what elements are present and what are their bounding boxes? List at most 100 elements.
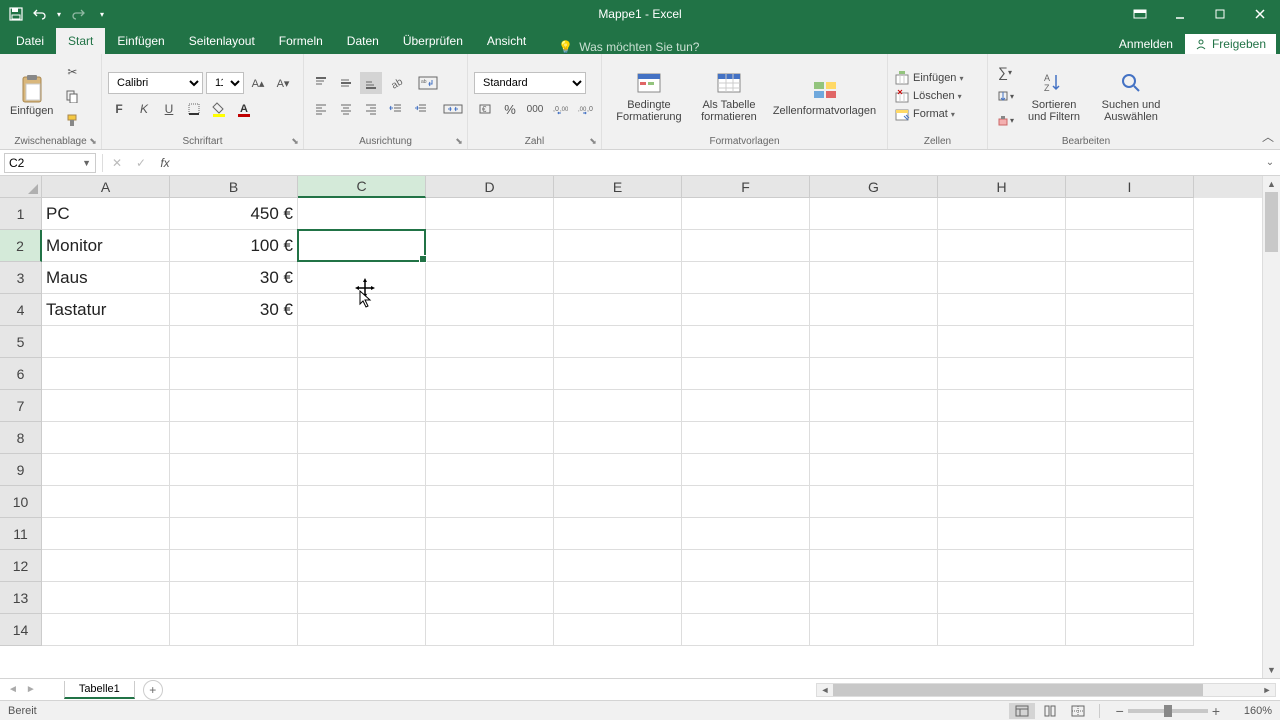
row-header[interactable]: 4 [0, 294, 42, 326]
add-sheet-icon[interactable]: + [143, 680, 163, 700]
scroll-down-icon[interactable]: ▼ [1263, 662, 1280, 678]
cell[interactable] [426, 518, 554, 550]
column-header[interactable]: G [810, 176, 938, 198]
underline-button[interactable]: U [158, 98, 180, 120]
font-launcher-icon[interactable]: ⬊ [289, 135, 301, 147]
cell[interactable] [170, 422, 298, 454]
align-right-icon[interactable] [360, 98, 382, 120]
tab-ueberpruefen[interactable]: Überprüfen [391, 28, 475, 54]
cell[interactable] [42, 486, 170, 518]
cell[interactable]: Maus [42, 262, 170, 294]
cell[interactable] [426, 294, 554, 326]
paste-button[interactable]: Einfügen [6, 60, 57, 132]
row-header[interactable]: 1 [0, 198, 42, 230]
cell[interactable] [1066, 326, 1194, 358]
cell[interactable] [170, 454, 298, 486]
cell[interactable] [426, 390, 554, 422]
cell[interactable]: Tastatur [42, 294, 170, 326]
cell[interactable] [42, 326, 170, 358]
row-header[interactable]: 2 [0, 230, 42, 262]
align-middle-icon[interactable] [335, 72, 357, 94]
column-header[interactable]: C [298, 176, 426, 198]
delete-cells-button[interactable]: Löschen ▾ [894, 88, 963, 104]
cell[interactable] [1066, 390, 1194, 422]
insert-cells-button[interactable]: Einfügen ▾ [894, 70, 963, 86]
number-launcher-icon[interactable]: ⬊ [587, 135, 599, 147]
cell[interactable] [298, 198, 426, 230]
cell[interactable] [42, 454, 170, 486]
cell[interactable] [1066, 550, 1194, 582]
cell[interactable] [682, 518, 810, 550]
cell[interactable] [298, 518, 426, 550]
cell[interactable] [1066, 294, 1194, 326]
row-header[interactable]: 7 [0, 390, 42, 422]
cell[interactable] [554, 454, 682, 486]
cell[interactable] [426, 614, 554, 646]
cell[interactable] [682, 454, 810, 486]
name-box[interactable]: C2 ▼ [4, 153, 96, 173]
accounting-format-icon[interactable]: € [474, 98, 496, 120]
row-header[interactable]: 6 [0, 358, 42, 390]
cell[interactable] [554, 358, 682, 390]
maximize-icon[interactable] [1200, 0, 1240, 28]
row-header[interactable]: 3 [0, 262, 42, 294]
cell[interactable] [298, 358, 426, 390]
cell[interactable]: PC [42, 198, 170, 230]
undo-icon[interactable] [30, 4, 50, 24]
cell[interactable] [938, 390, 1066, 422]
cell[interactable] [42, 518, 170, 550]
cell[interactable] [298, 390, 426, 422]
cell[interactable] [810, 262, 938, 294]
cell[interactable] [554, 486, 682, 518]
cell[interactable] [938, 198, 1066, 230]
vertical-scrollbar[interactable]: ▲ ▼ [1262, 176, 1280, 678]
cell[interactable] [810, 358, 938, 390]
cell[interactable] [938, 262, 1066, 294]
close-icon[interactable] [1240, 0, 1280, 28]
cell[interactable] [810, 390, 938, 422]
italic-button[interactable]: K [133, 98, 155, 120]
font-color-icon[interactable]: A [233, 98, 255, 120]
cell[interactable] [298, 550, 426, 582]
cell[interactable] [682, 422, 810, 454]
cell[interactable] [298, 230, 426, 262]
cell[interactable] [682, 198, 810, 230]
fill-icon[interactable]: ▾ [994, 85, 1016, 107]
share-button[interactable]: Freigeben [1185, 34, 1276, 54]
scroll-up-icon[interactable]: ▲ [1263, 176, 1280, 192]
row-header[interactable]: 14 [0, 614, 42, 646]
cell[interactable] [1066, 486, 1194, 518]
decrease-decimal-icon[interactable]: ,00,0 [574, 98, 596, 120]
tab-seitenlayout[interactable]: Seitenlayout [177, 28, 267, 54]
cell[interactable] [682, 390, 810, 422]
cell[interactable] [298, 486, 426, 518]
row-header[interactable]: 12 [0, 550, 42, 582]
cell[interactable] [938, 294, 1066, 326]
border-icon[interactable] [183, 98, 205, 120]
clear-icon[interactable]: ▾ [994, 109, 1016, 131]
cell[interactable] [426, 486, 554, 518]
cell[interactable] [298, 422, 426, 454]
cell[interactable] [682, 326, 810, 358]
row-header[interactable]: 10 [0, 486, 42, 518]
wrap-text-icon[interactable]: ab [410, 72, 446, 94]
cell[interactable] [1066, 454, 1194, 486]
cell[interactable] [170, 486, 298, 518]
cell[interactable] [682, 358, 810, 390]
tellme-search[interactable]: 💡 Was möchten Sie tun? [538, 40, 1109, 54]
chevron-down-icon[interactable]: ▼ [82, 158, 91, 168]
cut-icon[interactable]: ✂ [61, 61, 83, 83]
cell[interactable] [170, 582, 298, 614]
cell[interactable] [554, 198, 682, 230]
cell[interactable] [938, 422, 1066, 454]
cell[interactable] [810, 326, 938, 358]
row-header[interactable]: 9 [0, 454, 42, 486]
cell[interactable] [682, 294, 810, 326]
cell[interactable]: 450 € [170, 198, 298, 230]
font-name-select[interactable]: Calibri [108, 72, 203, 94]
cell[interactable]: Monitor [42, 230, 170, 262]
qat-dropdown-icon[interactable]: ▾ [54, 4, 64, 24]
cell[interactable] [810, 294, 938, 326]
select-all-corner[interactable] [0, 176, 42, 198]
cell[interactable] [554, 326, 682, 358]
